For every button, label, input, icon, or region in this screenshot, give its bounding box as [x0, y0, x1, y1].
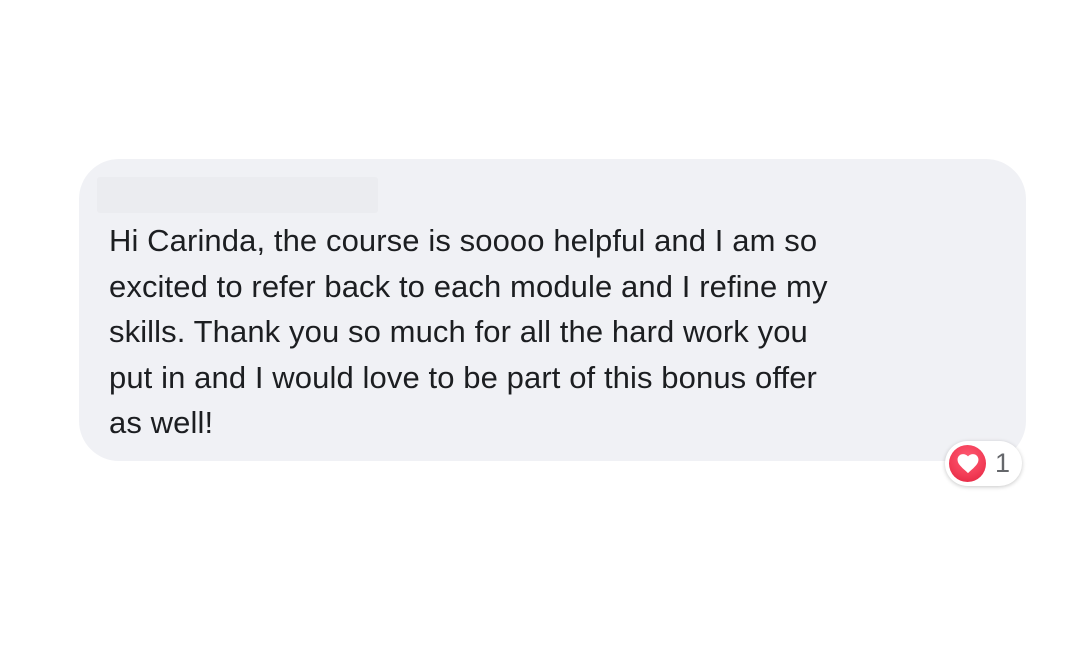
reaction-count: 1	[995, 448, 1011, 478]
comment-text: Hi Carinda, the course is soooo helpful …	[109, 223, 828, 440]
heart-icon	[949, 445, 986, 482]
reaction-summary[interactable]: 1	[945, 441, 1022, 486]
comment-bubble: Hi Carinda, the course is soooo helpful …	[79, 159, 1026, 461]
author-name-redacted[interactable]	[97, 177, 378, 213]
